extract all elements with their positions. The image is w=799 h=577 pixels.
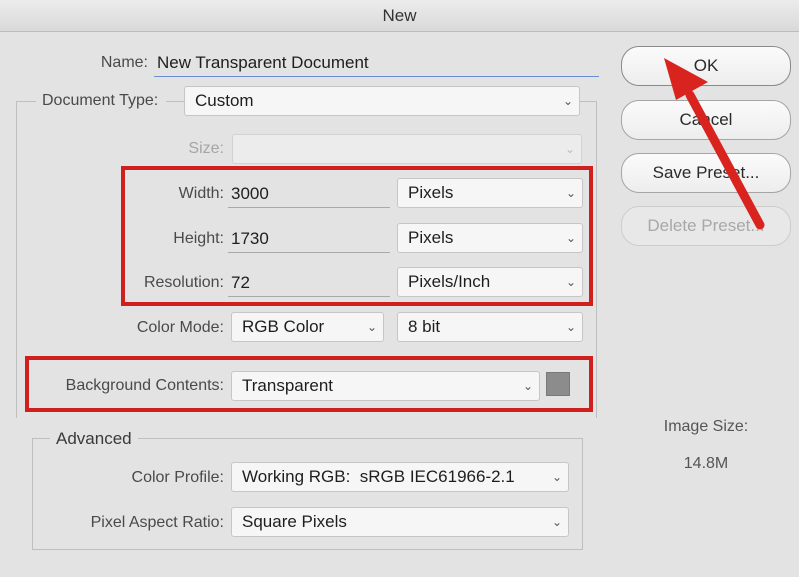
annotation-arrow-icon	[664, 58, 765, 230]
